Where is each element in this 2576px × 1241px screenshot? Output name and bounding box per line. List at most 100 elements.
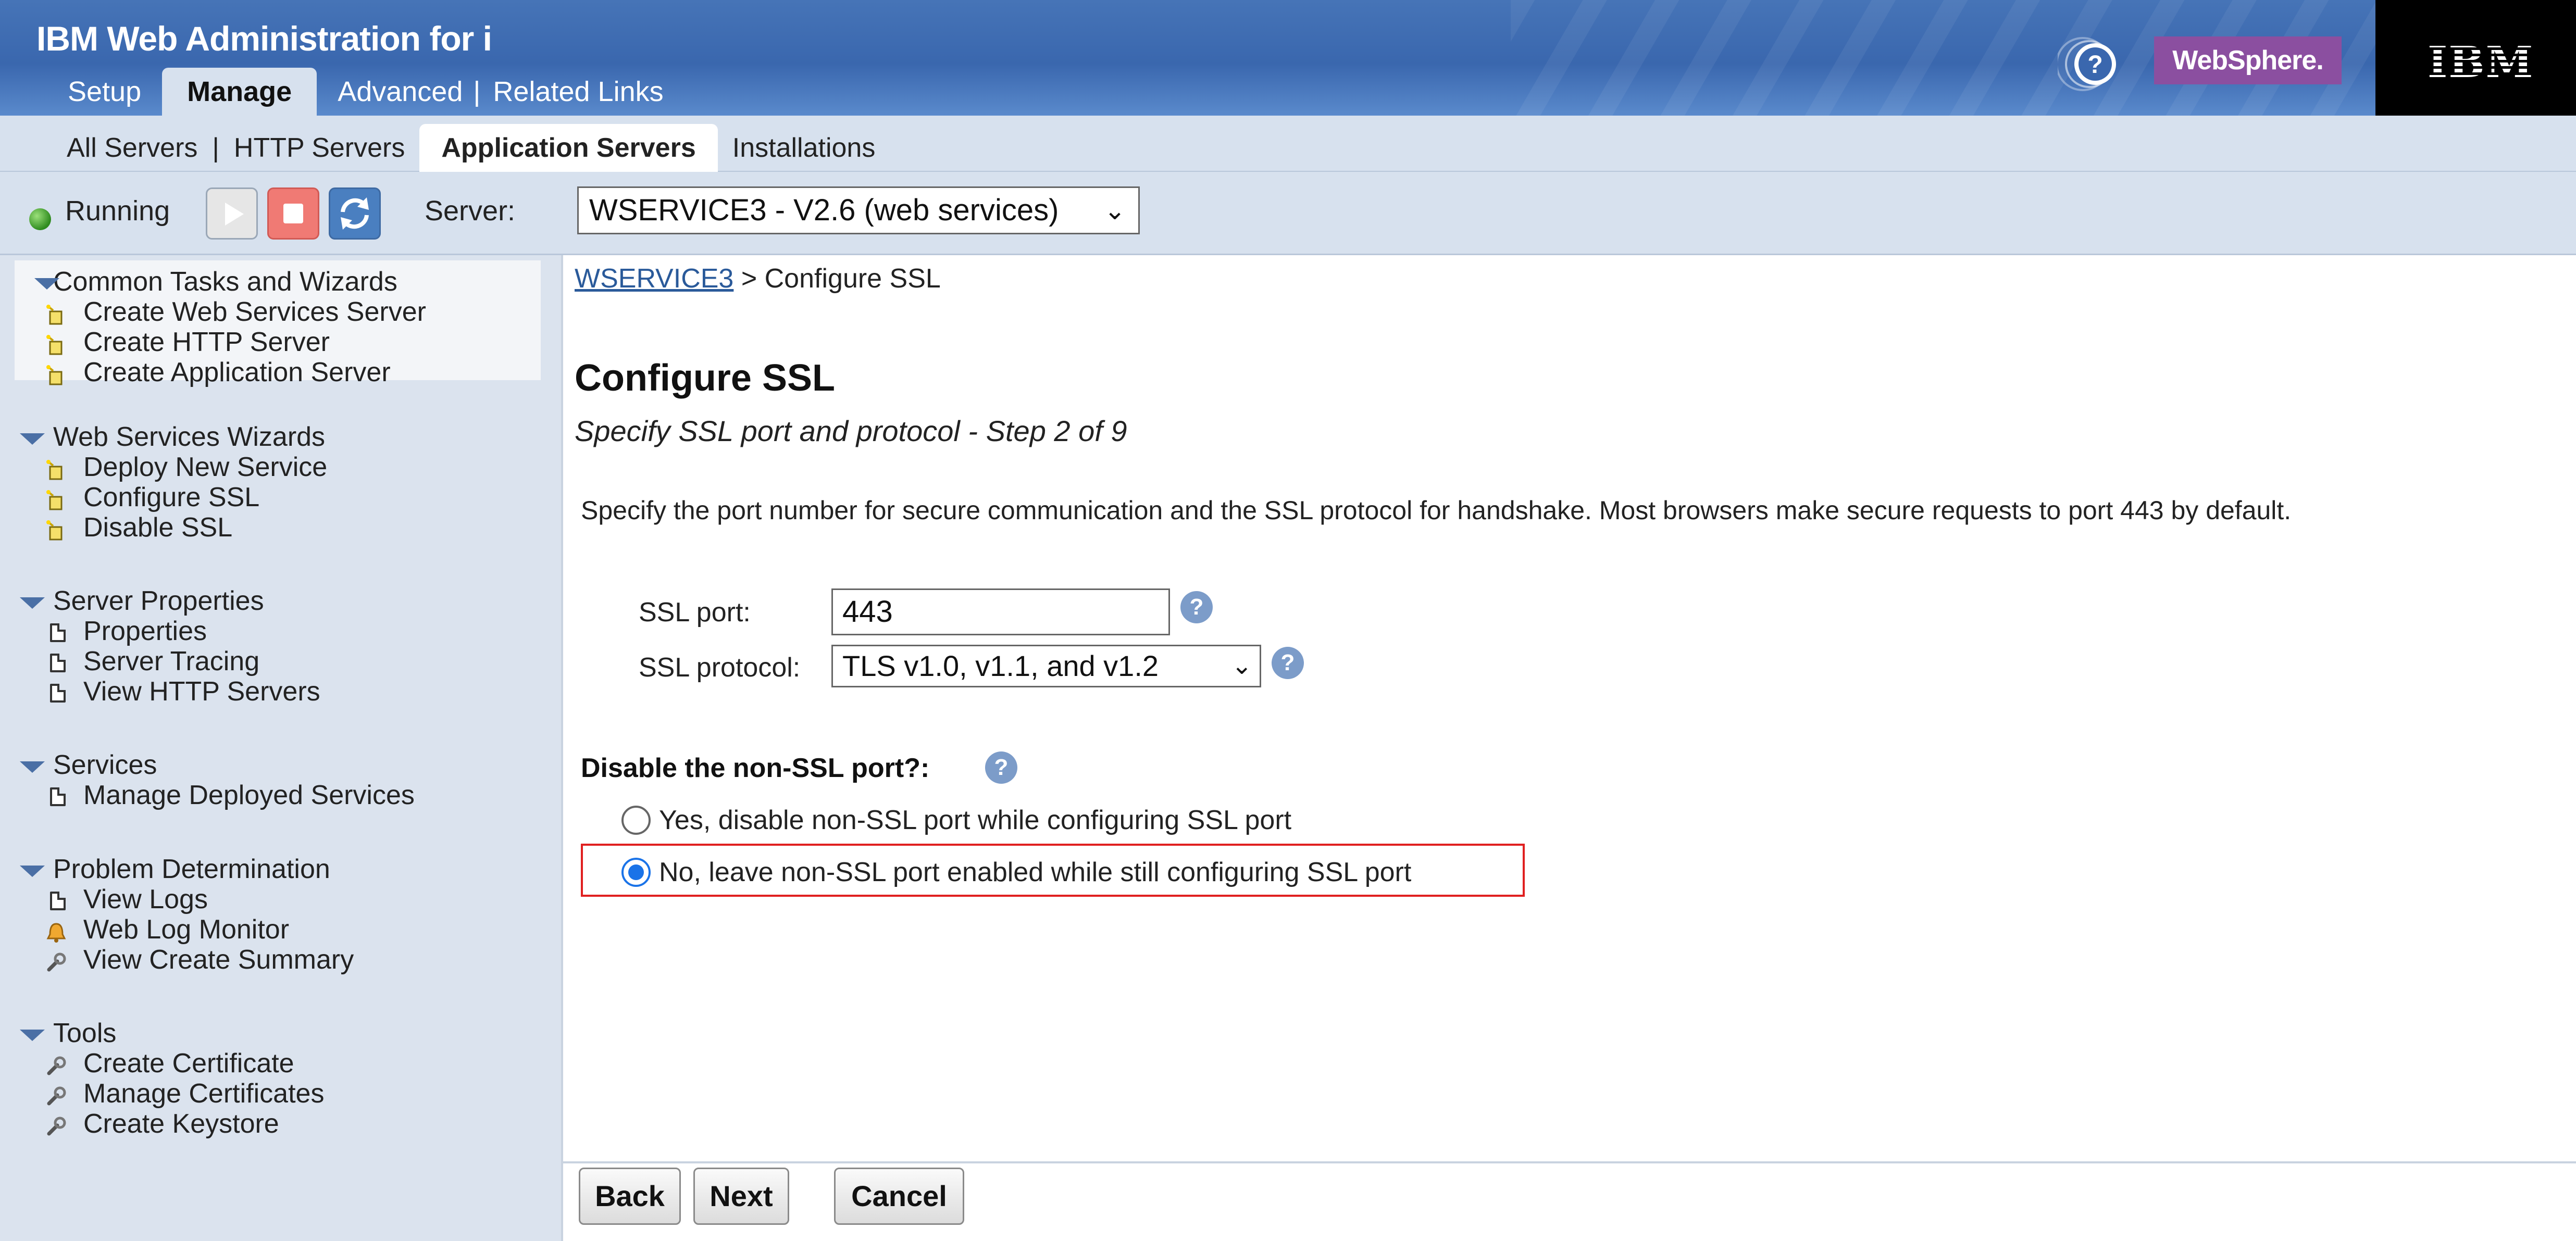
sidebar-item-deploy-new-service[interactable]: Deploy New Service xyxy=(0,452,561,482)
wizard-icon xyxy=(46,520,63,541)
tab-setup[interactable]: Setup xyxy=(47,68,162,116)
svg-text:?: ? xyxy=(2087,51,2102,79)
sidebar-item-server-tracing[interactable]: Server Tracing xyxy=(0,646,561,676)
start-icon[interactable] xyxy=(206,187,258,240)
sidebar-heading-label: Server Properties xyxy=(53,586,264,616)
sidebar-item-view-create-summary[interactable]: View Create Summary xyxy=(0,945,561,975)
cancel-button[interactable]: Cancel xyxy=(834,1168,964,1225)
sidebar-item-label: Configure SSL xyxy=(83,482,260,512)
page-icon xyxy=(50,623,66,642)
next-button[interactable]: Next xyxy=(693,1168,789,1225)
sidebar-item-create-keystore[interactable]: Create Keystore xyxy=(0,1109,561,1139)
server-status: Running xyxy=(65,195,170,227)
sidebar-item-create-web-services-server[interactable]: Create Web Services Server xyxy=(15,297,541,327)
sidebar-item-label: View Create Summary xyxy=(83,945,354,975)
main-content: WSERVICE3 > Configure SSL Configure SSL … xyxy=(561,255,2576,1241)
sidebar-heading[interactable]: Web Services Wizards xyxy=(0,422,561,452)
server-select-value: WSERVICE3 - V2.6 (web services) xyxy=(589,193,1059,227)
wrench-icon xyxy=(47,952,66,972)
sidebar-heading[interactable]: Tools xyxy=(0,1018,561,1048)
sidebar-item-create-certificate[interactable]: Create Certificate xyxy=(0,1048,561,1079)
sidebar-item-disable-ssl[interactable]: Disable SSL xyxy=(0,512,561,543)
sidebar-heading-label: Services xyxy=(53,750,157,780)
sidebar-section-server-properties: Server Properties Properties Server Trac… xyxy=(0,586,561,707)
help-icon[interactable]: ? xyxy=(1272,647,1304,679)
radio-yes-label: Yes, disable non-SSL port while configur… xyxy=(659,805,1292,835)
ssl-protocol-select[interactable]: TLS v1.0, v1.1, and v1.2 ⌄ xyxy=(831,645,1261,687)
subtab-all-servers[interactable]: All Servers xyxy=(52,124,212,172)
help-icon[interactable]: ? xyxy=(1180,591,1213,623)
breadcrumb: WSERVICE3 > Configure SSL xyxy=(575,263,941,294)
back-button[interactable]: Back xyxy=(579,1168,681,1225)
wrench-icon xyxy=(47,1086,66,1106)
radio-option-yes[interactable]: Yes, disable non-SSL port while configur… xyxy=(621,805,1292,836)
sidebar-item-label: Manage Deployed Services xyxy=(83,780,415,810)
stop-icon[interactable] xyxy=(267,187,319,240)
server-select[interactable]: WSERVICE3 - V2.6 (web services) ⌄ xyxy=(577,186,1140,234)
subtab-installations[interactable]: Installations xyxy=(718,124,890,172)
sidebar-item-label: Create Application Server xyxy=(83,357,391,387)
radio-no[interactable] xyxy=(621,858,651,887)
sidebar-heading[interactable]: Problem Determination xyxy=(0,854,561,884)
wrench-icon xyxy=(47,1117,66,1136)
breadcrumb-current: > Configure SSL xyxy=(741,264,941,294)
server-label: Server: xyxy=(425,195,516,227)
tab-manage[interactable]: Manage xyxy=(162,68,317,116)
sidebar-item-manage-deployed-services[interactable]: Manage Deployed Services xyxy=(0,780,561,810)
subtab-application-servers[interactable]: Application Servers xyxy=(419,124,718,172)
sidebar-item-properties[interactable]: Properties xyxy=(0,616,561,646)
app-header: IBM Web Administration for i Setup Manag… xyxy=(0,0,2576,116)
page-description: Specify the port number for secure commu… xyxy=(581,496,2292,525)
radio-option-no[interactable]: No, leave non-SSL port enabled while sti… xyxy=(621,857,1411,888)
sidebar-item-create-http-server[interactable]: Create HTTP Server xyxy=(15,327,541,357)
sidebar-heading[interactable]: Services xyxy=(0,750,561,780)
sidebar-item-label: View Logs xyxy=(83,884,208,914)
sidebar-item-label: Deploy New Service xyxy=(83,452,328,482)
server-toolbar: Running Server: WSERVICE3 - V2.6 (web se… xyxy=(0,172,2576,255)
wrench-icon xyxy=(47,1056,66,1075)
ssl-port-input[interactable]: 443 xyxy=(831,588,1170,635)
tab-related-links[interactable]: Related Links xyxy=(480,68,684,116)
sidebar-item-label: Manage Certificates xyxy=(83,1079,325,1109)
subtab-separator: | xyxy=(212,133,219,163)
subtab-http-servers[interactable]: HTTP Servers xyxy=(219,124,419,172)
sidebar-heading-label: Common Tasks and Wizards xyxy=(53,267,397,297)
chevron-down-icon: ⌄ xyxy=(1104,196,1126,225)
sidebar-item-web-log-monitor[interactable]: Web Log Monitor xyxy=(0,914,561,945)
ibm-logo: IBM xyxy=(2428,37,2534,87)
page-icon xyxy=(50,654,66,672)
sidebar-item-view-http-servers[interactable]: View HTTP Servers xyxy=(0,676,561,707)
sidebar-item-label: Create HTTP Server xyxy=(83,327,330,357)
sidebar-item-label: Properties xyxy=(83,616,207,646)
sidebar-item-configure-ssl[interactable]: Configure SSL xyxy=(0,482,561,512)
wizard-icon xyxy=(46,305,63,325)
top-nav: Setup Manage Advanced | Related Links xyxy=(47,65,685,116)
question-circle-icon[interactable]: ? xyxy=(2058,35,2120,93)
sidebar-heading[interactable]: Common Tasks and Wizards xyxy=(15,267,541,297)
page-title: Configure SSL xyxy=(575,357,835,399)
sidebar-item-label: Create Web Services Server xyxy=(83,297,426,327)
sidebar-item-manage-certificates[interactable]: Manage Certificates xyxy=(0,1079,561,1109)
help-icon[interactable]: ? xyxy=(985,751,1017,784)
sidebar-heading[interactable]: Server Properties xyxy=(0,586,561,616)
sidebar-item-label: Web Log Monitor xyxy=(83,914,290,945)
wizard-icon xyxy=(46,460,63,480)
ibm-logo-box: IBM xyxy=(2375,0,2576,116)
sidebar-section-web-services-wizards: Web Services Wizards Deploy New Service … xyxy=(0,422,561,543)
sidebar-item-view-logs[interactable]: View Logs xyxy=(0,884,561,914)
chevron-down-icon: ⌄ xyxy=(1231,652,1252,680)
wizard-icon xyxy=(46,490,63,510)
breadcrumb-link-wserver[interactable]: WSERVICE3 xyxy=(575,264,733,294)
sidebar-section-tools: Tools Create Certificate Manage Certific… xyxy=(0,1018,561,1139)
sidebar-item-label: View HTTP Servers xyxy=(83,676,320,707)
button-bar-divider xyxy=(563,1161,2576,1163)
radio-yes[interactable] xyxy=(621,806,651,835)
sidebar-item-label: Server Tracing xyxy=(83,646,260,676)
sidebar-item-create-application-server[interactable]: Create Application Server xyxy=(15,357,541,387)
sidebar-item-label: Disable SSL xyxy=(83,512,233,543)
tab-advanced[interactable]: Advanced xyxy=(317,68,473,116)
page-subtitle: Specify SSL port and protocol - Step 2 o… xyxy=(575,415,1127,447)
wizard-icon xyxy=(46,365,63,385)
sidebar-section-problem-determination: Problem Determination View Logs Web Log … xyxy=(0,854,561,975)
refresh-icon[interactable] xyxy=(329,187,381,240)
